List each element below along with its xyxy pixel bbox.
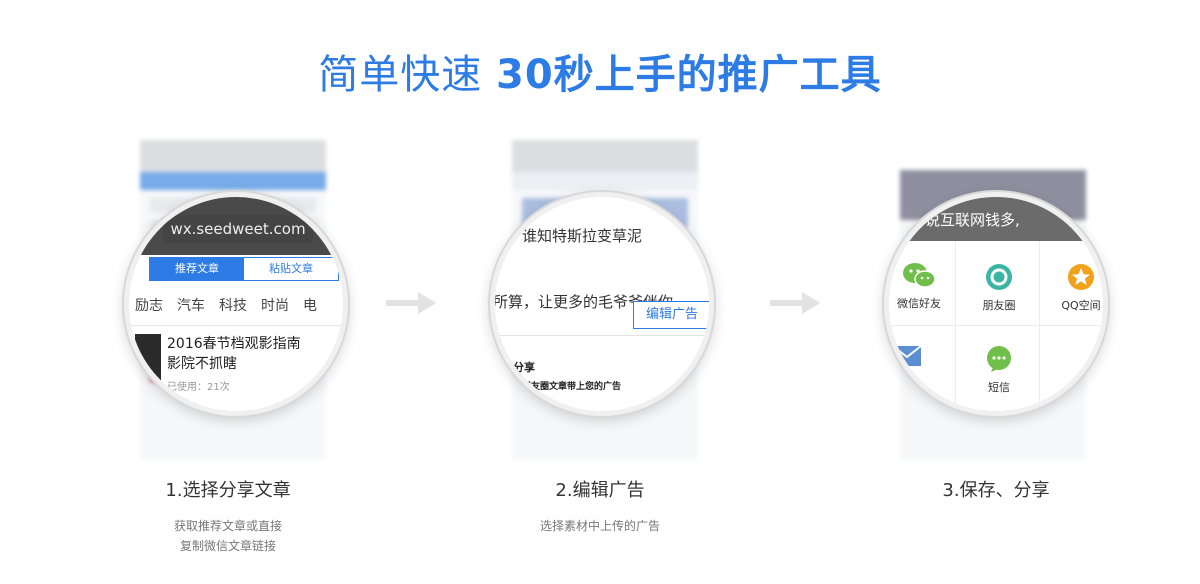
step-2-description: 选择素材中上传的广告	[470, 516, 730, 536]
share-sms-label: 短信	[988, 381, 1010, 394]
share-qzone-label: QQ空间	[1061, 299, 1101, 312]
tab-recommend[interactable]: 推荐文章	[150, 258, 244, 280]
share-qzone[interactable]: QQ空间	[1041, 263, 1103, 313]
step-2: ，谁知特斯拉变草泥 所算，让更多的毛爷爷伴你 编辑广告 分享 到朋友圈文章带上您…	[490, 140, 732, 480]
article-list-item[interactable]: 2016春节档观影指南 影院不抓瞎 已使用：21次	[129, 325, 343, 411]
mail-icon	[892, 345, 922, 366]
arrow-right-icon	[770, 292, 820, 314]
category-item[interactable]: 时尚	[261, 295, 289, 315]
share-sms[interactable]: 短信	[959, 345, 1039, 395]
banner-text: 说互联网钱多,	[925, 211, 1020, 229]
share-moments[interactable]: 朋友圈	[959, 263, 1039, 313]
sms-icon	[987, 346, 1011, 372]
headline-light: 简单快速	[318, 52, 483, 98]
article-meta: 已使用：21次	[167, 382, 230, 393]
share-email[interactable]	[889, 345, 947, 373]
step-1-desc-line: 复制微信文章链接	[179, 539, 276, 553]
edit-ad-button[interactable]: 编辑广告	[633, 301, 709, 329]
url-bar: wx.seedweet.com	[163, 215, 313, 243]
category-item[interactable]: 励志	[135, 295, 163, 315]
share-moments-label: 朋友圈	[982, 299, 1016, 312]
magnifier-lens-2: ，谁知特斯拉变草泥 所算，让更多的毛爷爷伴你 编辑广告 分享 到朋友圈文章带上您…	[490, 192, 714, 416]
share-section-heading: 分享	[513, 361, 535, 374]
article-title: 2016春节档观影指南 影院不抓瞎	[167, 336, 301, 372]
share-wechat-label: 微信好友	[897, 297, 941, 310]
step-1-desc-line: 获取推荐文章或直接	[173, 519, 282, 533]
share-section-subtitle: 到朋友圈文章带上您的广告	[513, 382, 622, 392]
step-2-desc-line: 选择素材中上传的广告	[539, 519, 660, 533]
tab-paste[interactable]: 粘贴文章	[244, 258, 338, 280]
step-1: wx.seedweet.com 推荐文章 粘贴文章 励志 汽车 科技 时尚 电 …	[124, 140, 360, 480]
qzone-icon	[1068, 264, 1094, 290]
category-item[interactable]: 汽车	[177, 295, 205, 315]
article-thumbnail	[135, 334, 161, 396]
magnifier-lens-1: wx.seedweet.com 推荐文章 粘贴文章 励志 汽车 科技 时尚 电 …	[124, 192, 348, 416]
share-panel: 微信好友 朋友圈 QQ空间 短信	[889, 241, 1103, 411]
magnifier-lens-3: 说互联网钱多, 微信好友 朋友圈 QQ空间 短信	[884, 192, 1108, 416]
headline-strong: 30秒上手的推广工具	[496, 52, 882, 98]
step-2-title: 2.编辑广告	[555, 480, 645, 501]
wechat-icon	[903, 263, 936, 288]
article-tabs: 推荐文章 粘贴文章	[149, 257, 339, 281]
category-item[interactable]: 科技	[219, 295, 247, 315]
category-bar: 励志 汽车 科技 时尚 电	[135, 295, 343, 315]
step-1-title: 1.选择分享文章	[165, 480, 291, 501]
step-3-title: 3.保存、分享	[942, 480, 1050, 501]
moments-icon	[986, 264, 1012, 290]
headline: 简单快速 30秒上手的推广工具	[0, 42, 1200, 100]
arrow-right-icon	[386, 292, 436, 314]
article-text-line: ，谁知特斯拉变草泥	[507, 227, 643, 245]
step-3: 说互联网钱多, 微信好友 朋友圈 QQ空间 短信	[884, 140, 1120, 480]
share-wechat[interactable]: 微信好友	[889, 261, 959, 311]
divider	[495, 335, 709, 336]
step-1-description: 获取推荐文章或直接 复制微信文章链接	[98, 516, 358, 556]
category-item[interactable]: 电	[303, 295, 317, 315]
